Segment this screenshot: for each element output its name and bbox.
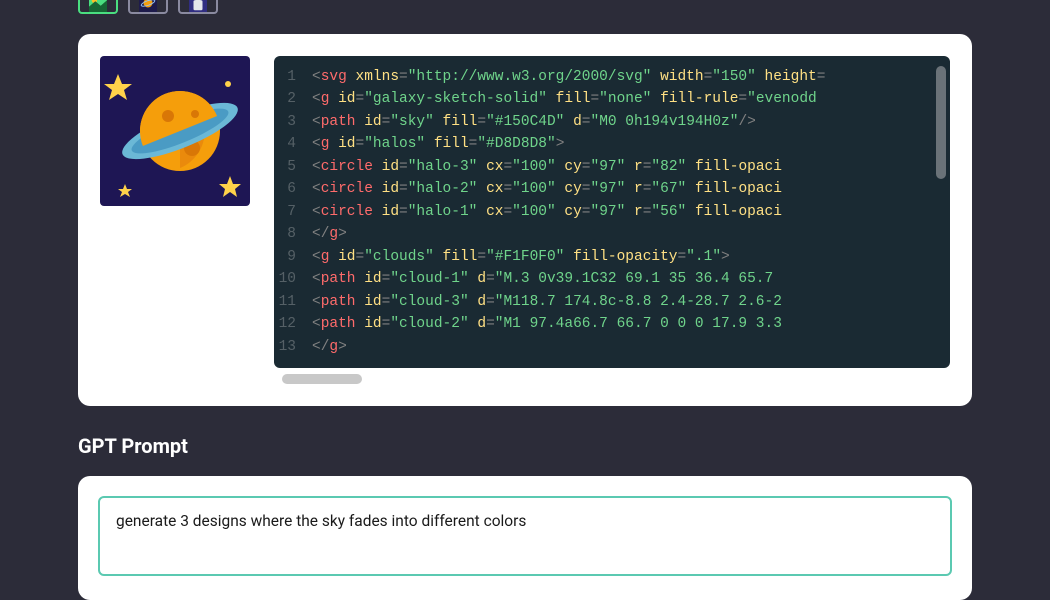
code-editor: 1<svg xmlns="http://www.w3.org/2000/svg"…	[274, 56, 950, 384]
line-number: 2	[274, 88, 312, 110]
thumbnail-3[interactable]	[178, 0, 218, 14]
code-content: <circle id="halo-2" cx="100" cy="97" r="…	[312, 178, 782, 200]
line-number: 3	[274, 111, 312, 133]
code-content: <circle id="halo-3" cx="100" cy="97" r="…	[312, 156, 782, 178]
code-line: 10 <path id="cloud-1" d="M.3 0v39.1C32 6…	[274, 268, 934, 290]
code-content: <g id="clouds" fill="#F1F0F0" fill-opaci…	[312, 246, 730, 268]
code-content: <path id="sky" fill="#150C4D" d="M0 0h19…	[312, 111, 756, 133]
line-number: 6	[274, 178, 312, 200]
code-content: <svg xmlns="http://www.w3.org/2000/svg" …	[312, 66, 825, 88]
thumbnail-strip	[0, 0, 1050, 34]
code-content: <g id="halos" fill="#D8D8D8">	[312, 133, 564, 155]
code-line: 3 <path id="sky" fill="#150C4D" d="M0 0h…	[274, 111, 934, 133]
thumbnail-1[interactable]	[78, 0, 118, 14]
line-number: 7	[274, 201, 312, 223]
horizontal-scrollbar-thumb[interactable]	[282, 374, 362, 384]
code-line: 5 <circle id="halo-3" cx="100" cy="97" r…	[274, 156, 934, 178]
section-title: GPT Prompt	[78, 434, 1050, 458]
vertical-scrollbar[interactable]	[936, 66, 946, 362]
code-content: <path id="cloud-1" d="M.3 0v39.1C32 69.1…	[312, 268, 773, 290]
code-content: </g>	[312, 336, 347, 358]
code-content: <g id="galaxy-sketch-solid" fill="none" …	[312, 88, 817, 110]
line-number: 1	[274, 66, 312, 88]
code-content: </g>	[312, 223, 347, 245]
code-content: <circle id="halo-1" cx="100" cy="97" r="…	[312, 201, 782, 223]
code-line: 6 <circle id="halo-2" cx="100" cy="97" r…	[274, 178, 934, 200]
prompt-input[interactable]	[98, 496, 952, 576]
code-line: 2<g id="galaxy-sketch-solid" fill="none"…	[274, 88, 934, 110]
code-line: 9 <g id="clouds" fill="#F1F0F0" fill-opa…	[274, 246, 934, 268]
line-number: 9	[274, 246, 312, 268]
code-block[interactable]: 1<svg xmlns="http://www.w3.org/2000/svg"…	[274, 56, 950, 368]
code-content: <path id="cloud-2" d="M1 97.4a66.7 66.7 …	[312, 313, 782, 335]
line-number: 5	[274, 156, 312, 178]
line-number: 11	[274, 291, 312, 313]
code-line: 8 </g>	[274, 223, 934, 245]
thumbnail-2[interactable]	[128, 0, 168, 14]
code-content: <path id="cloud-3" d="M118.7 174.8c-8.8 …	[312, 291, 782, 313]
line-number: 4	[274, 133, 312, 155]
line-number: 10	[274, 268, 312, 290]
code-line: 13 </g>	[274, 336, 934, 358]
code-line: 1<svg xmlns="http://www.w3.org/2000/svg"…	[274, 66, 934, 88]
code-line: 4 <g id="halos" fill="#D8D8D8">	[274, 133, 934, 155]
prompt-card	[78, 476, 972, 600]
vertical-scrollbar-thumb[interactable]	[936, 66, 946, 179]
line-number: 13	[274, 336, 312, 358]
code-line: 12 <path id="cloud-2" d="M1 97.4a66.7 66…	[274, 313, 934, 335]
horizontal-scrollbar[interactable]	[274, 374, 950, 384]
line-number: 12	[274, 313, 312, 335]
code-line: 7 <circle id="halo-1" cx="100" cy="97" r…	[274, 201, 934, 223]
preview-image	[100, 56, 250, 210]
code-line: 11 <path id="cloud-3" d="M118.7 174.8c-8…	[274, 291, 934, 313]
svg-code-card: 1<svg xmlns="http://www.w3.org/2000/svg"…	[78, 34, 972, 406]
line-number: 8	[274, 223, 312, 245]
